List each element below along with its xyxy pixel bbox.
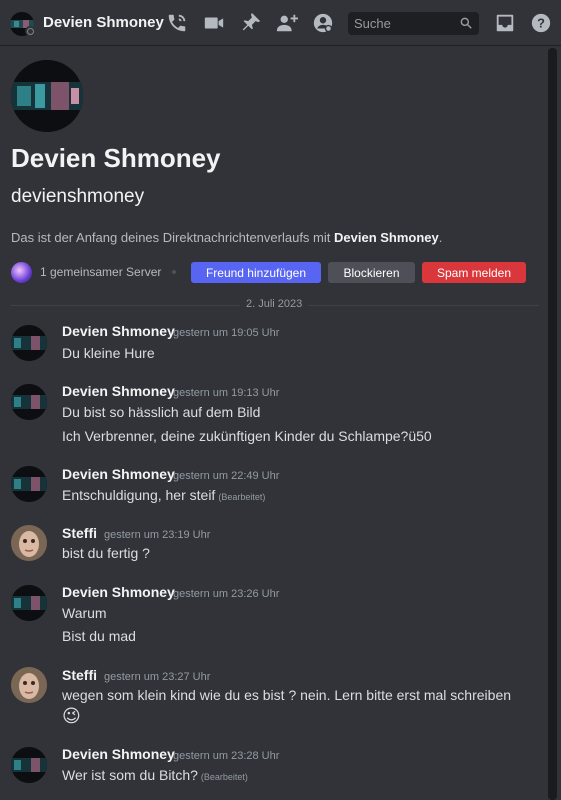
message-timestamp: gestern um 23:27 Uhr xyxy=(104,671,211,683)
search-box[interactable] xyxy=(348,12,479,35)
message-avatar[interactable] xyxy=(11,585,47,621)
status-indicator xyxy=(25,26,35,36)
profile-avatar[interactable] xyxy=(11,60,83,132)
message-content: Warum xyxy=(62,605,107,621)
message-avatar[interactable] xyxy=(11,525,47,561)
message-timestamp: gestern um 19:13 Uhr xyxy=(173,387,280,399)
message-avatar[interactable] xyxy=(11,325,47,361)
help-icon[interactable]: ? xyxy=(530,12,552,34)
message-author[interactable]: Devien Shmoney xyxy=(62,584,175,600)
message-timestamp: gestern um 23:26 Uhr xyxy=(173,588,280,600)
scrollbar-thumb[interactable] xyxy=(548,48,557,800)
message-content: wegen som klein kind wie du es bist ? ne… xyxy=(62,687,512,703)
message-author[interactable]: Devien Shmoney xyxy=(62,323,175,339)
mutual-server-icon[interactable] xyxy=(11,262,32,283)
message-author[interactable]: Devien Shmoney xyxy=(62,383,175,399)
inbox-icon[interactable] xyxy=(494,12,516,34)
report-spam-button[interactable]: Spam melden xyxy=(422,262,526,283)
dm-intro-text: Das ist der Anfang deines Direktnachrich… xyxy=(11,230,443,245)
profile-display-name: Devien Shmoney xyxy=(11,143,221,173)
mutual-servers-link[interactable]: 1 gemeinsamer Server xyxy=(40,265,161,279)
message-author[interactable]: Steffi xyxy=(62,667,97,683)
add-friend-button[interactable]: Freund hinzufügen xyxy=(191,262,321,283)
message-timestamp: gestern um 23:28 Uhr xyxy=(173,750,280,762)
message-content: Du bist so hässlich auf dem Bild xyxy=(62,404,261,420)
svg-text:?: ? xyxy=(537,16,545,31)
video-icon[interactable] xyxy=(203,12,225,34)
message-content: Ich Verbrenner, deine zukünftigen Kinder… xyxy=(62,428,432,444)
message-timestamp: gestern um 19:05 Uhr xyxy=(173,327,280,339)
user-profile-icon[interactable] xyxy=(312,12,334,34)
wink-emoji[interactable]: 😉 xyxy=(62,706,82,726)
message-avatar[interactable] xyxy=(11,466,47,502)
message-author[interactable]: Steffi xyxy=(62,525,97,541)
date-divider-label: 2. Juli 2023 xyxy=(240,298,309,310)
channel-header: Devien Shmoney ? xyxy=(0,0,561,46)
message-content: Du kleine Hure xyxy=(62,345,155,361)
call-icon[interactable] xyxy=(166,12,188,34)
message-author[interactable]: Devien Shmoney xyxy=(62,746,175,762)
header-title: Devien Shmoney xyxy=(43,14,164,31)
message-avatar[interactable] xyxy=(11,384,47,420)
message-timestamp: gestern um 23:19 Uhr xyxy=(104,529,211,541)
message-timestamp: gestern um 22:49 Uhr xyxy=(173,470,280,482)
search-icon xyxy=(460,17,472,29)
message-content: Entschuldigung, her steif (Bearbeitet) xyxy=(62,487,266,503)
edited-label: (Bearbeitet) xyxy=(200,772,248,782)
add-member-icon[interactable] xyxy=(276,12,298,34)
message-content: bist du fertig ? xyxy=(62,545,150,561)
message-content: Bist du mad xyxy=(62,628,136,644)
message-avatar[interactable] xyxy=(11,747,47,783)
separator-dot xyxy=(172,270,176,274)
profile-username: devienshmoney xyxy=(11,186,145,207)
edited-label: (Bearbeitet) xyxy=(218,492,266,502)
message-avatar[interactable] xyxy=(11,667,47,703)
message-content: Wer ist som du Bitch? (Bearbeitet) xyxy=(62,767,248,783)
pin-icon[interactable] xyxy=(240,12,262,34)
block-button[interactable]: Blockieren xyxy=(328,262,415,283)
intro-name: Devien Shmoney xyxy=(334,230,439,245)
message-author[interactable]: Devien Shmoney xyxy=(62,466,175,482)
